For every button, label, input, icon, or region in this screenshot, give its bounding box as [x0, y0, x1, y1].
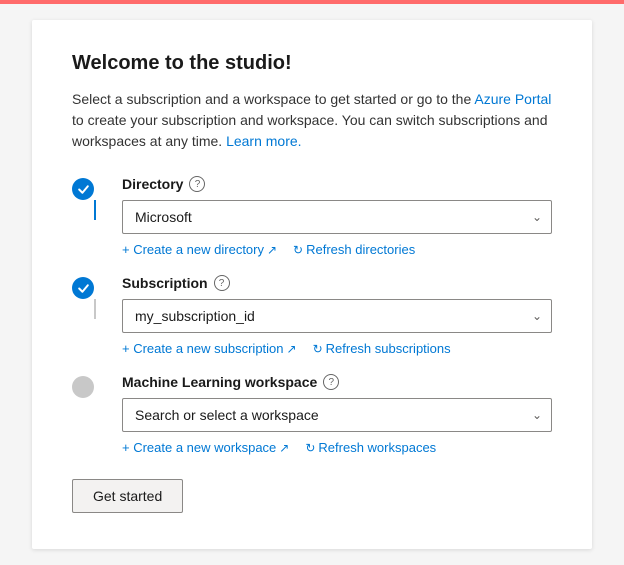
- directory-label: Directory ?: [122, 176, 552, 192]
- azure-portal-link[interactable]: Azure Portal: [474, 91, 551, 107]
- subscription-select[interactable]: my_subscription_id: [122, 299, 552, 333]
- workspace-actions: + Create a new workspace ↗ ↻ Refresh wor…: [122, 440, 552, 455]
- directory-step-indicator: [72, 178, 94, 200]
- directory-select-wrapper: Microsoft ⌄: [122, 200, 552, 234]
- workspace-label: Machine Learning workspace ?: [122, 374, 552, 390]
- directory-help-icon[interactable]: ?: [189, 176, 205, 192]
- workspace-select-wrapper: Search or select a workspace ⌄: [122, 398, 552, 432]
- create-new-directory-link[interactable]: + Create a new directory ↗: [122, 242, 277, 257]
- learn-more-link[interactable]: Learn more.: [226, 133, 301, 149]
- subscription-help-icon[interactable]: ?: [214, 275, 230, 291]
- page-title: Welcome to the studio!: [72, 52, 552, 75]
- directory-content: Directory ? Microsoft ⌄ + Create a new d…: [122, 176, 552, 257]
- refresh-workspaces-link[interactable]: ↻ Refresh workspaces: [305, 440, 436, 455]
- refresh-subscriptions-icon: ↻: [313, 342, 323, 356]
- workspace-step-indicator: [72, 376, 94, 398]
- subscription-content: Subscription ? my_subscription_id ⌄ + Cr…: [122, 275, 552, 356]
- subscription-actions: + Create a new subscription ↗ ↻ Refresh …: [122, 341, 552, 356]
- workspace-help-icon[interactable]: ?: [323, 374, 339, 390]
- create-new-subscription-link[interactable]: + Create a new subscription ↗: [122, 341, 297, 356]
- refresh-directories-link[interactable]: ↻ Refresh directories: [293, 242, 415, 257]
- get-started-button[interactable]: Get started: [72, 479, 183, 513]
- subscription-section: Subscription ? my_subscription_id ⌄ + Cr…: [72, 275, 552, 356]
- subscription-step-indicator: [72, 277, 94, 299]
- directory-actions: + Create a new directory ↗ ↻ Refresh dir…: [122, 242, 552, 257]
- subscription-select-wrapper: my_subscription_id ⌄: [122, 299, 552, 333]
- refresh-subscriptions-link[interactable]: ↻ Refresh subscriptions: [313, 341, 451, 356]
- external-link-icon-ws: ↗: [279, 441, 289, 455]
- workspace-content: Machine Learning workspace ? Search or s…: [122, 374, 552, 455]
- external-link-icon: ↗: [267, 243, 277, 257]
- subscription-label: Subscription ?: [122, 275, 552, 291]
- workspace-section: Machine Learning workspace ? Search or s…: [72, 374, 552, 455]
- refresh-directories-icon: ↻: [293, 243, 303, 257]
- directory-select[interactable]: Microsoft: [122, 200, 552, 234]
- external-link-icon-sub: ↗: [287, 342, 297, 356]
- intro-paragraph: Select a subscription and a workspace to…: [72, 89, 552, 152]
- directory-section: Directory ? Microsoft ⌄ + Create a new d…: [72, 176, 552, 257]
- create-new-workspace-link[interactable]: + Create a new workspace ↗: [122, 440, 289, 455]
- refresh-workspaces-icon: ↻: [305, 441, 315, 455]
- workspace-select[interactable]: Search or select a workspace: [122, 398, 552, 432]
